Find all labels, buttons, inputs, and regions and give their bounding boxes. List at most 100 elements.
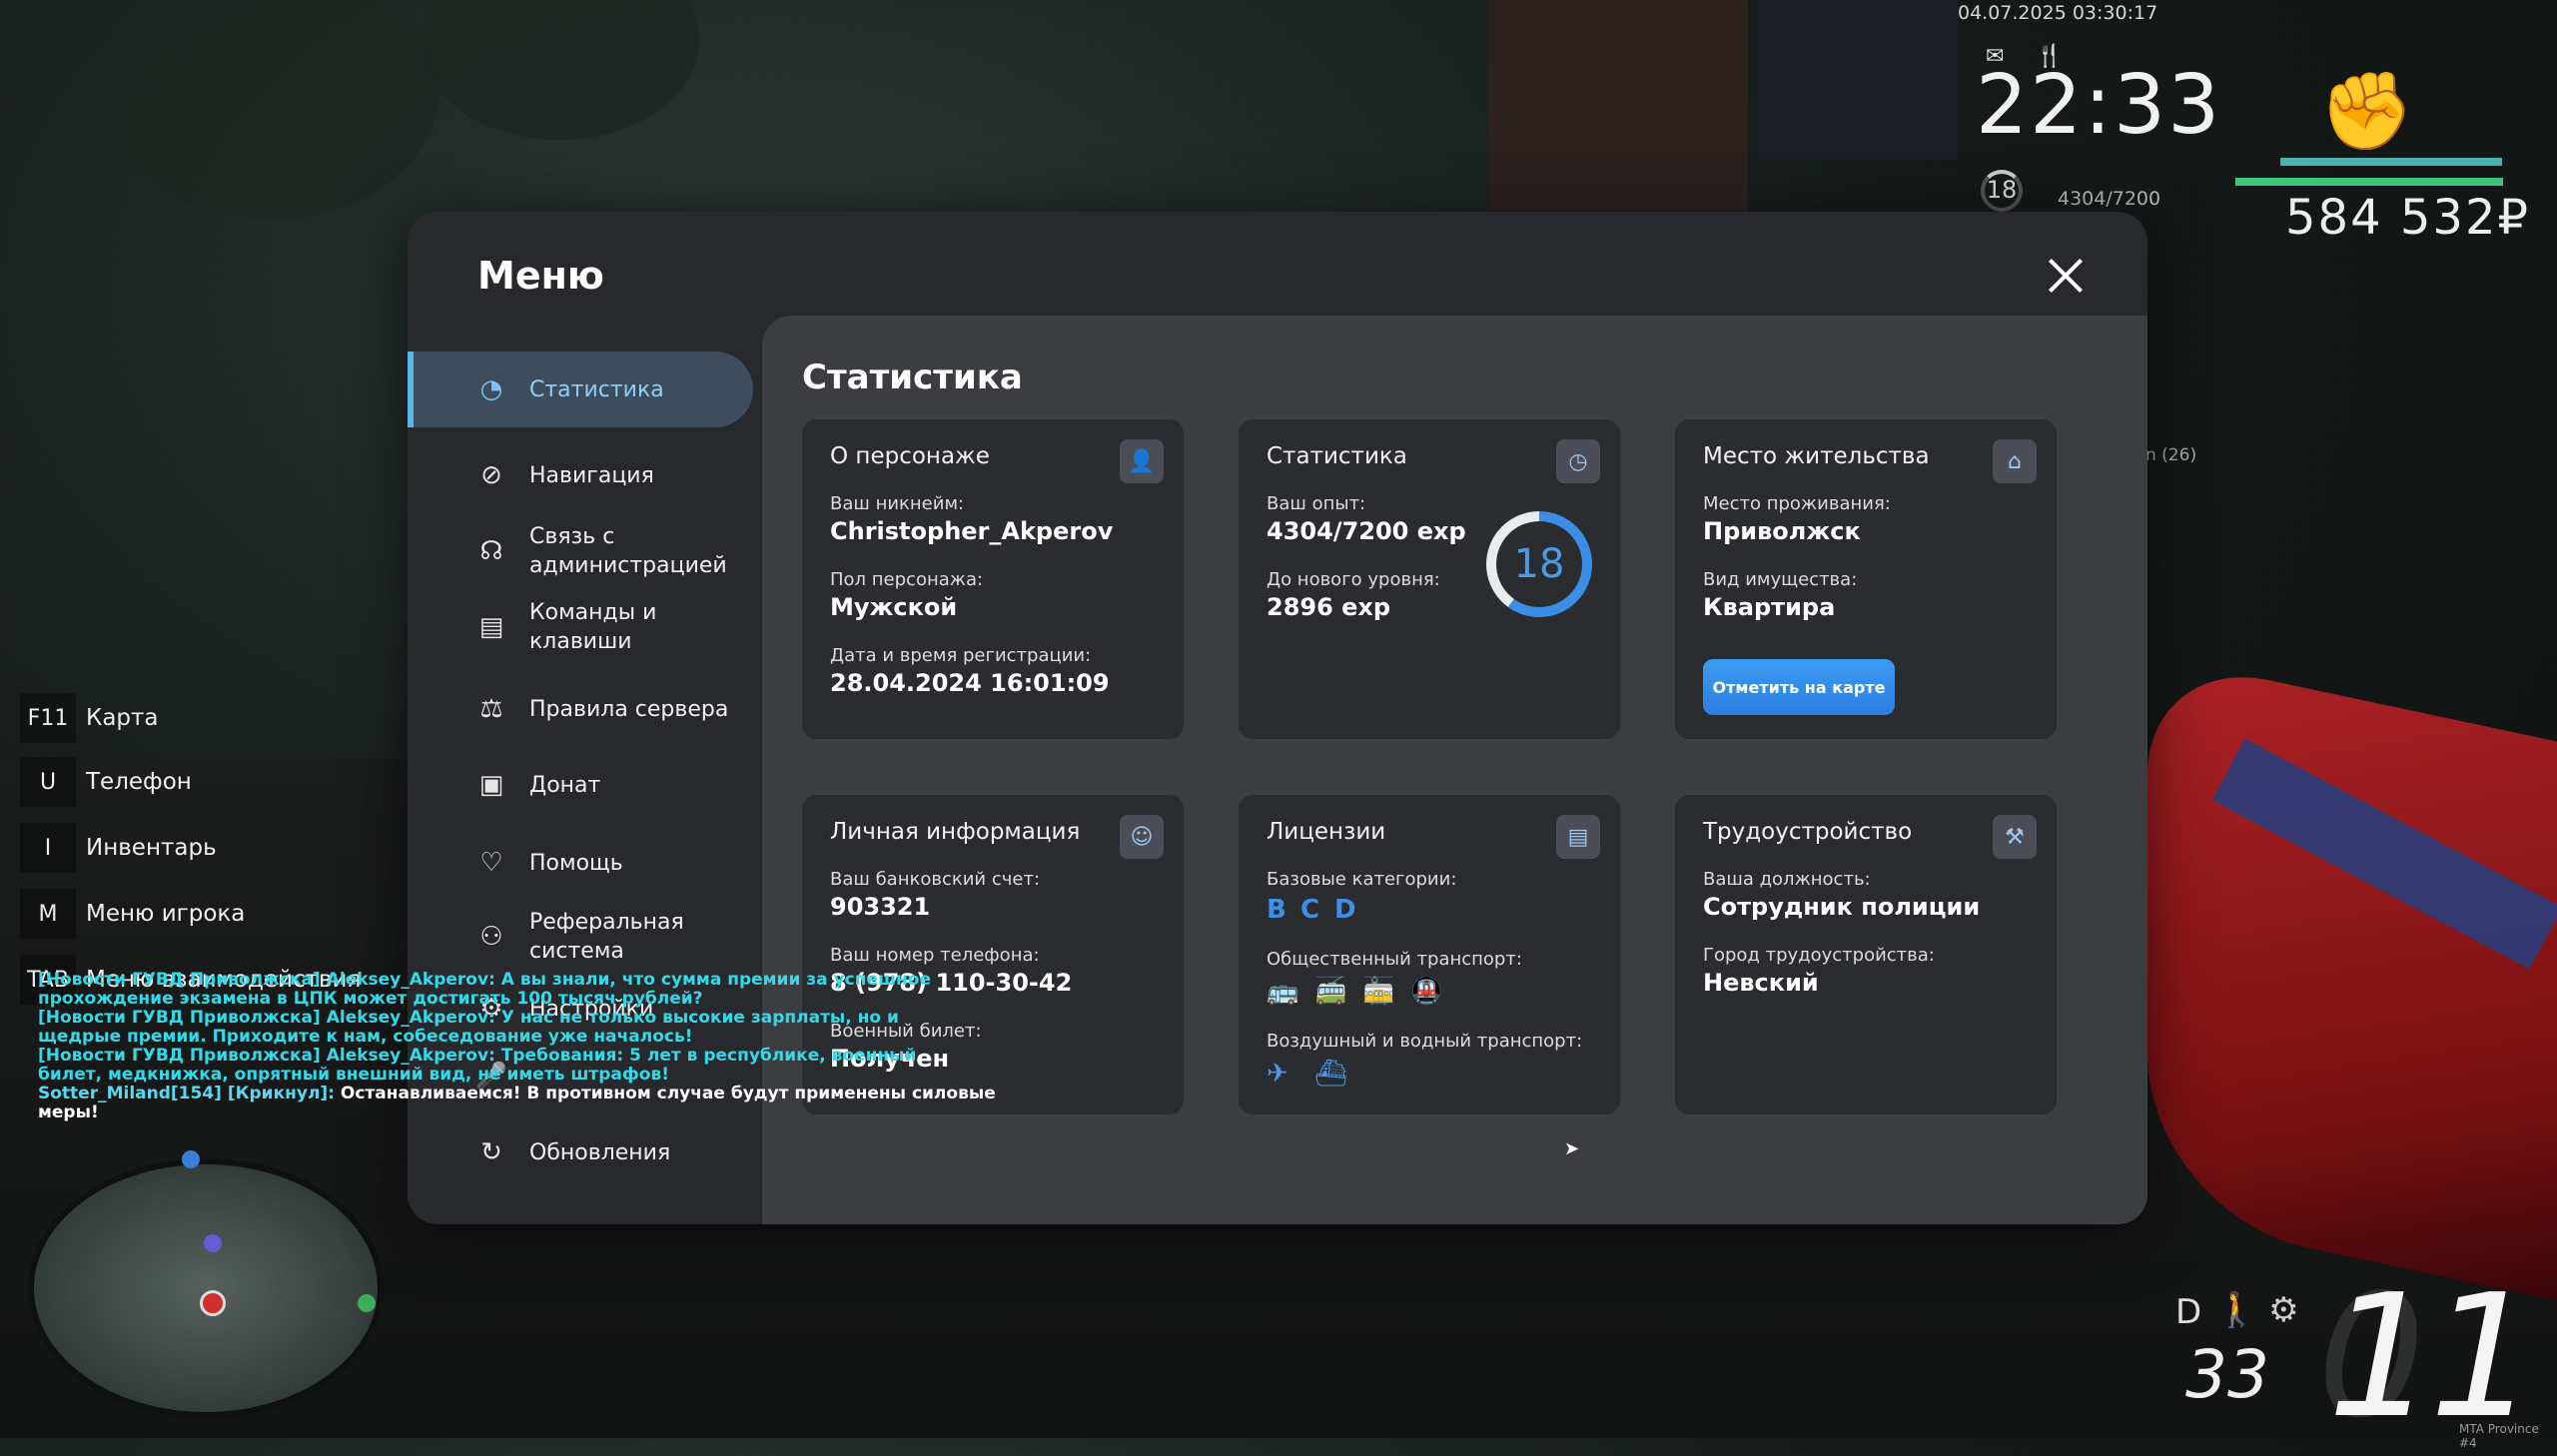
clock-icon: ◷ xyxy=(1556,439,1600,483)
hud-money: 584 532₽ xyxy=(2285,190,2531,246)
property-label: Вид имущества: xyxy=(1703,569,1858,590)
keybind-label: Телефон xyxy=(86,769,192,795)
nav-label: Реферальная система xyxy=(529,910,684,964)
nav-label: Навигация xyxy=(529,462,654,488)
nav-label: Команды и клавиши xyxy=(529,600,657,654)
card-residence: Место жительства ⌂ Место проживания: При… xyxy=(1675,419,2057,739)
nav-label: Связь с администрацией xyxy=(529,524,727,578)
category-c: C xyxy=(1300,895,1320,925)
card-title: Место жительства xyxy=(1703,443,1930,469)
fist-icon: ✊ xyxy=(2319,66,2414,155)
chat-log: [Новости ГУВД Приволжска] Aleksey_Akpero… xyxy=(38,971,1037,1122)
bank-label: Ваш банковский счет: xyxy=(830,869,1041,890)
trolleybus-icon: 🚎 xyxy=(1314,977,1347,1007)
headset-icon: ☊ xyxy=(479,536,503,566)
user-circle-icon: ☺ xyxy=(1120,815,1164,859)
nav-label: Помощь xyxy=(529,850,623,876)
keybind-inventory: I Инвентарь xyxy=(20,823,217,873)
keybind-key: I xyxy=(20,823,76,873)
blip-icon xyxy=(204,1234,222,1252)
refresh-icon: ↻ xyxy=(480,1137,502,1167)
minimap xyxy=(28,1150,384,1418)
tree-background xyxy=(100,0,439,220)
house-icon: ⌂ xyxy=(1993,439,2037,483)
nav-item-commands[interactable]: ▤ Команды и клавиши xyxy=(408,591,747,663)
pie-chart-icon: ◔ xyxy=(479,374,503,404)
hud-clock: 22:33 xyxy=(1976,58,2222,153)
document-icon: ▤ xyxy=(478,612,504,642)
player-marker-icon xyxy=(200,1290,226,1316)
hud-side-text: n (26) xyxy=(2145,445,2197,465)
fuel-value: 33 xyxy=(2185,1336,2269,1413)
nav-item-help[interactable]: ♡ Помощь xyxy=(408,835,747,891)
keybind-map: F11 Карта xyxy=(20,693,159,743)
property-value: Квартира xyxy=(1703,593,1836,621)
card-licenses: Лицензии ▤ Базовые категории: B C D Обще… xyxy=(1239,795,1620,1114)
registration-value: 28.04.2024 16:01:09 xyxy=(830,669,1110,697)
nav-item-rules[interactable]: ⚖ Правила сервера xyxy=(408,681,747,737)
health-bar xyxy=(2235,178,2503,186)
hammer-icon: ⚒ xyxy=(1993,815,2037,859)
keybind-label: Инвентарь xyxy=(86,835,217,861)
chat-line: Sotter_Miland[154] [Крикнул]: Останавлив… xyxy=(38,1085,997,1122)
keybind-phone: U Телефон xyxy=(20,757,192,807)
category-d: D xyxy=(1334,895,1356,925)
exp-label: Ваш опыт: xyxy=(1267,493,1366,514)
nav-label: Статистика xyxy=(529,376,664,402)
scales-icon: ⚖ xyxy=(479,694,503,724)
level-value: 18 xyxy=(1496,521,1582,607)
air-water-transport-label: Воздушный и водный транспорт: xyxy=(1267,1031,1583,1052)
phone-label: Ваш номер телефона: xyxy=(830,945,1040,966)
nav-item-updates[interactable]: ↻ Обновления xyxy=(408,1124,747,1180)
gear-indicator: D xyxy=(2175,1292,2202,1332)
next-level-label: До нового уровня: xyxy=(1267,569,1440,590)
exp-value: 4304/7200 exp xyxy=(1267,517,1466,545)
compass-icon: ⊘ xyxy=(480,460,502,490)
nav-item-referral[interactable]: ⚇ Реферальная система xyxy=(408,901,747,973)
residence-label: Место проживания: xyxy=(1703,493,1891,514)
card-character: О персонаже 👤 Ваш никнейм: Christopher_A… xyxy=(802,419,1184,739)
chat-line: [Новости ГУВД Приволжска] Aleksey_Akpero… xyxy=(38,1046,917,1085)
mouse-cursor-icon: ➤ xyxy=(1564,1138,1580,1159)
hud-level: 18 xyxy=(1986,176,2018,204)
metro-icon: 🚇 xyxy=(1410,977,1443,1007)
tram-icon: 🚋 xyxy=(1362,977,1395,1007)
mark-on-map-button[interactable]: Отметить на карте xyxy=(1703,659,1895,715)
keybind-key: M xyxy=(20,889,76,939)
nav-item-donate[interactable]: ▣ Донат xyxy=(408,757,747,813)
job-city-label: Город трудоустройства: xyxy=(1703,945,1935,966)
nav-label: Правила сервера xyxy=(529,696,729,722)
card-job: Трудоустройство ⚒ Ваша должность: Сотруд… xyxy=(1675,795,2057,1114)
chat-line: [Новости ГУВД Приволжска] Aleksey_Akpero… xyxy=(38,970,932,1009)
gender-label: Пол персонажа: xyxy=(830,569,984,590)
user-icon: 👤 xyxy=(1120,439,1164,483)
level-progress-ring: 18 xyxy=(1486,511,1592,617)
chat-line: [Новости ГУВД Приволжска] Aleksey_Akpero… xyxy=(38,1008,899,1047)
keybind-label: Карта xyxy=(86,705,159,731)
armor-bar xyxy=(2280,158,2502,166)
bus-icon: 🚌 xyxy=(1267,977,1299,1007)
north-icon xyxy=(182,1150,200,1168)
position-value: Сотрудник полиции xyxy=(1703,893,1981,921)
nav-label: Обновления xyxy=(529,1139,671,1165)
gender-value: Мужской xyxy=(830,593,958,621)
tree-background xyxy=(420,0,699,140)
keybind-label: Меню игрока xyxy=(86,901,246,927)
keybind-player-menu: M Меню игрока xyxy=(20,889,245,939)
card-title: Статистика xyxy=(1267,443,1407,469)
nickname-label: Ваш никнейм: xyxy=(830,493,965,514)
nickname-value: Christopher_Akperov xyxy=(830,517,1114,545)
nav-item-statistics[interactable]: ◔ Статистика xyxy=(408,352,753,427)
hud-datetime: 04.07.2025 03:30:17 xyxy=(1958,2,2158,24)
chat-sender: Sotter_Miland[154] [Крикнул]: xyxy=(38,1084,335,1103)
referral-icon: ⚇ xyxy=(479,922,503,952)
nav-label: Донат xyxy=(529,772,601,798)
blip-icon xyxy=(358,1294,376,1312)
hud-exp: 4304/7200 xyxy=(2058,188,2161,210)
nav-item-navigation[interactable]: ⊘ Навигация xyxy=(408,447,747,503)
card-title: Трудоустройство xyxy=(1703,819,1913,845)
public-transport-label: Общественный транспорт: xyxy=(1267,949,1522,970)
close-icon[interactable] xyxy=(2042,252,2090,300)
nav-item-admin-contact[interactable]: ☊ Связь с администрацией xyxy=(408,515,747,587)
building-background xyxy=(1758,0,1958,160)
